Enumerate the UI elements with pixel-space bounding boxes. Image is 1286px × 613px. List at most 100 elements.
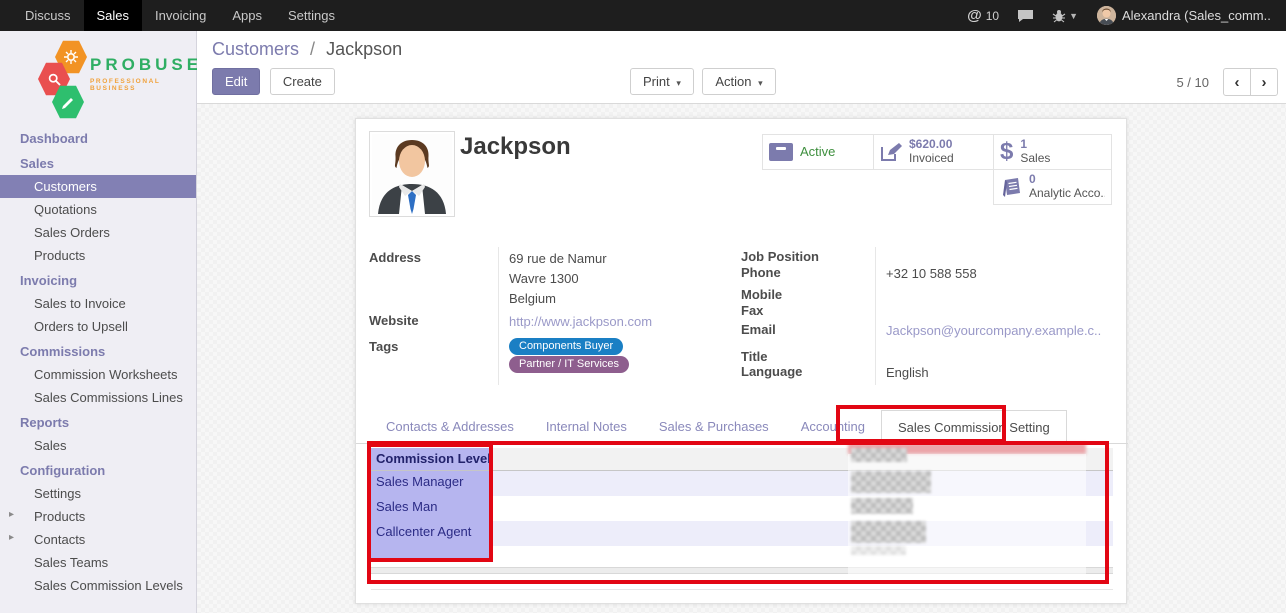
chevron-down-icon: ▼	[1069, 11, 1078, 21]
field-separator	[875, 247, 876, 385]
sidebar-section-invoicing[interactable]: Invoicing	[0, 267, 196, 292]
menu-invoicing[interactable]: Invoicing	[142, 0, 219, 31]
edit-button[interactable]: Edit	[212, 68, 260, 95]
probuse-logo: PROBUSE PROFESSIONAL BUSINESS	[0, 31, 196, 119]
sidebar-section-sales[interactable]: Sales	[0, 150, 196, 175]
chevron-down-icon: ▾	[676, 78, 681, 88]
sidebar-item-sales-commissions-lines[interactable]: Sales Commissions Lines	[0, 386, 196, 409]
address-label: Address	[369, 250, 421, 265]
menu-sales[interactable]: Sales	[84, 0, 143, 31]
pager: 5 / 10 ‹ ›	[1176, 68, 1278, 96]
sidebar-section-dashboard[interactable]: Dashboard	[0, 125, 196, 150]
pager-next-button[interactable]: ›	[1250, 68, 1278, 96]
tags-label: Tags	[369, 339, 398, 354]
sidebar-item-customers[interactable]: Customers	[0, 175, 196, 198]
pager-previous-button[interactable]: ‹	[1223, 68, 1251, 96]
sidebar-item-config-contacts[interactable]: ▸Contacts	[0, 528, 196, 551]
breadcrumb-current: Jackpson	[326, 39, 402, 59]
menu-discuss[interactable]: Discuss	[12, 0, 84, 31]
commission-level-cell[interactable]: Sales Manager	[371, 471, 491, 496]
sidebar-item-products[interactable]: Products	[0, 244, 196, 267]
sidebar-item-settings[interactable]: Settings	[0, 482, 196, 505]
commission-level-empty-cell	[371, 546, 491, 561]
user-name[interactable]: Alexandra (Sales_comm..	[1122, 8, 1280, 23]
tag-partner-it-services[interactable]: Partner / IT Services	[509, 356, 629, 373]
sidebar-item-config-products[interactable]: ▸ Products	[0, 505, 196, 528]
sidebar-item-quotations[interactable]: Quotations	[0, 198, 196, 221]
website-link[interactable]: http://www.jackpson.com	[509, 314, 652, 329]
analytic-count-label: Analytic Acco...	[1029, 187, 1105, 201]
tab-contacts-addresses[interactable]: Contacts & Addresses	[370, 410, 530, 443]
title-label: Title	[741, 349, 768, 364]
customer-photo[interactable]	[369, 131, 455, 217]
sales-stat-button[interactable]: $ 1 Sales	[993, 134, 1112, 170]
sidebar-item-sales-to-invoice[interactable]: Sales to Invoice	[0, 292, 196, 315]
logo-tagline: PROFESSIONAL BUSINESS	[90, 78, 202, 92]
mentions-button[interactable]: @ 10	[967, 7, 999, 24]
analytic-count-value: 0	[1029, 173, 1105, 187]
sidebar-item-sales-teams[interactable]: Sales Teams	[0, 551, 196, 574]
messages-button[interactable]	[1017, 9, 1034, 23]
dollar-icon: $	[1000, 138, 1013, 166]
language-value: English	[886, 365, 929, 380]
address-line-3: Belgium	[509, 291, 556, 306]
logo-title: PROBUSE	[90, 55, 202, 75]
sidebar-section-commissions[interactable]: Commissions	[0, 338, 196, 363]
top-navbar: Discuss Sales Invoicing Apps Settings @ …	[0, 0, 1286, 31]
breadcrumb-customers[interactable]: Customers	[212, 39, 299, 59]
invoiced-stat-button[interactable]: $620.00 Invoiced	[873, 134, 994, 170]
app-window: Discuss Sales Invoicing Apps Settings @ …	[0, 0, 1286, 613]
tab-sales-purchases[interactable]: Sales & Purchases	[643, 410, 785, 443]
redacted-block	[851, 498, 913, 514]
commission-level-header[interactable]: Commission Level	[371, 448, 491, 470]
control-panel: Customers / Jackpson Edit Create Print ▾…	[197, 31, 1286, 104]
active-stat-button[interactable]: Active	[762, 134, 874, 170]
invoiced-label: Invoiced	[909, 152, 954, 166]
address-line-1: 69 rue de Namur	[509, 251, 607, 266]
sidebar-section-reports[interactable]: Reports	[0, 409, 196, 434]
pencil-ruler-icon	[61, 95, 76, 110]
commission-level-cell[interactable]: Sales Man	[371, 496, 491, 521]
website-label: Website	[369, 313, 419, 328]
tab-sales-commission-setting[interactable]: Sales Commission Setting	[881, 410, 1067, 444]
mention-count-badge: 10	[986, 9, 999, 23]
logo-text: PROBUSE PROFESSIONAL BUSINESS	[90, 55, 202, 92]
sidebar-item-sales-orders[interactable]: Sales Orders	[0, 221, 196, 244]
expand-arrow-icon[interactable]: ▸	[9, 509, 14, 520]
action-dropdown[interactable]: Action ▾	[702, 68, 775, 95]
create-button[interactable]: Create	[270, 68, 335, 95]
email-link[interactable]: Jackpson@yourcompany.example.c..	[886, 323, 1101, 338]
tag-components-buyer[interactable]: Components Buyer	[509, 338, 623, 355]
user-avatar[interactable]	[1097, 6, 1116, 25]
menu-settings[interactable]: Settings	[275, 0, 348, 31]
redacted-block	[851, 546, 906, 555]
email-label: Email	[741, 322, 776, 337]
debug-menu-button[interactable]: ▼	[1052, 9, 1078, 23]
print-dropdown[interactable]: Print ▾	[630, 68, 694, 95]
commission-level-cell[interactable]: Callcenter Agent	[371, 521, 491, 546]
edit-pencil-icon	[880, 142, 902, 162]
sidebar-item-reports-sales[interactable]: Sales	[0, 434, 196, 457]
sidebar-item-orders-to-upsell[interactable]: Orders to Upsell	[0, 315, 196, 338]
book-icon	[1000, 178, 1022, 197]
menu-apps[interactable]: Apps	[219, 0, 275, 31]
analytic-stat-button[interactable]: 0 Analytic Acco...	[993, 169, 1112, 205]
language-label: Language	[741, 364, 802, 379]
sidebar-item-sales-commission-levels[interactable]: Sales Commission Levels	[0, 574, 196, 597]
sidebar-section-configuration[interactable]: Configuration	[0, 457, 196, 482]
expand-arrow-icon[interactable]: ▸	[9, 532, 14, 543]
breadcrumb: Customers / Jackpson	[212, 39, 402, 60]
sidebar-item-label: Products	[34, 509, 85, 524]
at-icon: @	[967, 7, 982, 24]
record-title: Jackpson	[460, 133, 571, 161]
phone-value: +32 10 588 558	[886, 266, 977, 281]
sidebar-item-commission-worksheets[interactable]: Commission Worksheets	[0, 363, 196, 386]
tab-internal-notes[interactable]: Internal Notes	[530, 410, 643, 443]
redacted-block	[851, 521, 926, 543]
address-line-2: Wavre 1300	[509, 271, 579, 286]
sheet-divider	[371, 589, 1113, 590]
chat-bubble-icon	[1017, 9, 1034, 23]
tab-accounting[interactable]: Accounting	[785, 410, 881, 443]
notebook-tabs: Contacts & Addresses Internal Notes Sale…	[356, 410, 1128, 444]
invoiced-value: $620.00	[909, 138, 954, 152]
